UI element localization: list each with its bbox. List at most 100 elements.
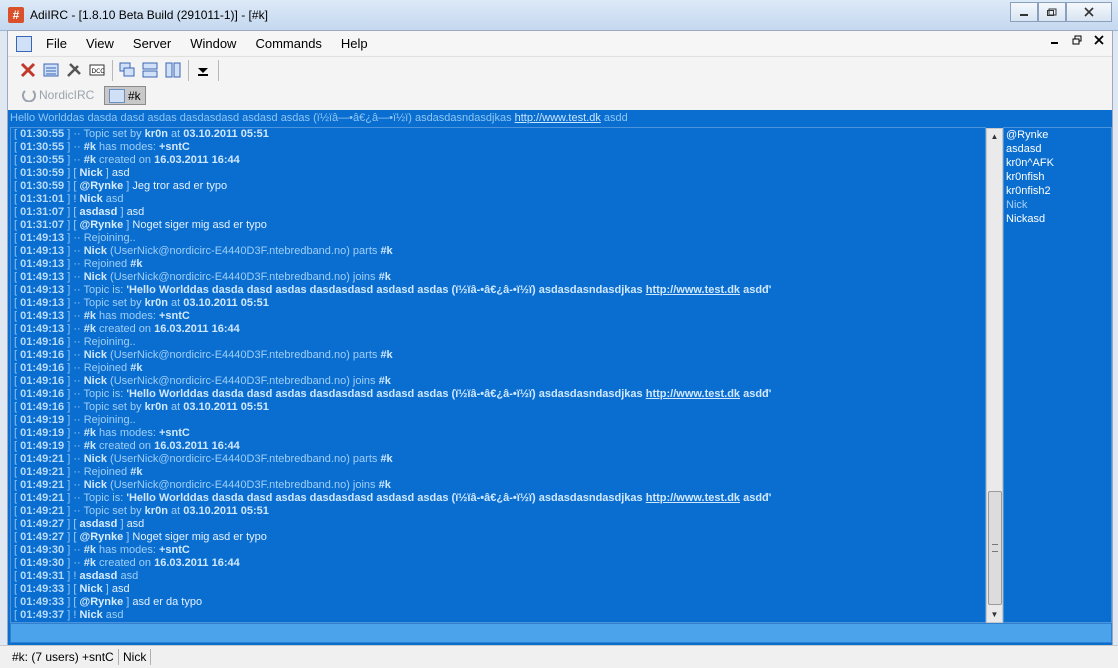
message-text: Jeg tror asd er typo (132, 180, 228, 192)
timestamp-value: 01:49:21 (20, 492, 65, 504)
mdi-minimize-icon[interactable] (1050, 35, 1060, 45)
timestamp-value: 01:49:13 (20, 232, 65, 244)
nick-list[interactable]: @Rynke asdasd kr0n^AFK kr0nfish kr0nfish2 Nic… (1003, 127, 1112, 623)
message-nick[interactable]: asdasd (79, 206, 117, 218)
event-text: #k (378, 375, 391, 387)
timestamp-value: 01:49:21 (20, 479, 65, 491)
event-text: (UserNick@nordicirc-E4440D3F.ntebredband… (106, 479, 379, 491)
message-nick[interactable]: Nick (79, 583, 102, 595)
event-text: (UserNick@nordicirc-E4440D3F.ntebredband… (106, 453, 381, 465)
event-text: #k (83, 557, 96, 569)
switchbar-channel[interactable]: #k (104, 86, 146, 105)
url-link[interactable]: http://www.test.dk (646, 284, 740, 296)
nick-list-item[interactable]: asdasd (1004, 142, 1111, 156)
tile-horizontal-icon[interactable] (142, 62, 158, 78)
message-nick[interactable]: @Rynke (79, 596, 123, 608)
app-frame: File View Server Window Commands Help DCC Nor… (7, 30, 1113, 646)
menu-commands[interactable]: Commands (255, 36, 321, 51)
event-text: Nick (83, 453, 107, 465)
timestamp-value: 01:49:37 (20, 609, 65, 621)
event-text: has modes: (95, 544, 159, 556)
message-nick[interactable]: @Rynke (79, 180, 123, 192)
event-text: created on (95, 323, 155, 335)
nick-list-item[interactable]: Nickasd (1004, 212, 1111, 226)
message-text: asd (105, 193, 124, 205)
event-text: #k (83, 154, 96, 166)
timestamp: [ 01:30:55 ] (14, 154, 74, 166)
menu-view[interactable]: View (86, 36, 114, 51)
menu-file[interactable]: File (46, 36, 67, 51)
event-text: asdđ' (740, 388, 772, 400)
timestamp: [ 01:31:01 ] (14, 193, 74, 205)
event-text: at (167, 505, 184, 517)
switchbar-network[interactable]: NordicIRC (18, 86, 98, 103)
timestamp: [ 01:49:19 ] (14, 440, 74, 452)
message-log[interactable]: [ 01:30:55 ] ·· Topic set by kr0n at 03.… (10, 127, 986, 623)
nick-list-item[interactable]: @Rynke (1004, 128, 1111, 142)
message-nick[interactable]: Nick (79, 609, 102, 621)
event-text: #k (378, 271, 391, 283)
nick-list-item[interactable]: kr0n^AFK (1004, 156, 1111, 170)
message-nick[interactable]: asdasd (79, 518, 117, 530)
topic-link[interactable]: http://www.test.dk (515, 112, 601, 124)
timestamp: [ 01:30:59 ] (14, 180, 74, 192)
svg-text:DCC: DCC (92, 68, 105, 75)
toolbar-dropdown-icon[interactable] (195, 62, 211, 78)
timestamp-value: 01:31:01 (20, 193, 65, 205)
message-nick[interactable]: Nick (79, 193, 102, 205)
timestamp: [ 01:49:13 ] (14, 297, 74, 309)
timestamp: [ 01:49:21 ] (14, 492, 74, 504)
nick-list-item[interactable]: Nick (1004, 198, 1111, 212)
connect-icon[interactable] (20, 62, 36, 78)
log-line: [ 01:49:16 ] ·· Rejoining.. (14, 336, 136, 348)
message-nick[interactable]: asdasd (79, 570, 117, 582)
message-text: asd (126, 206, 145, 218)
nick-list-item[interactable]: kr0nfish2 (1004, 184, 1111, 198)
event-text: 'Hello Worlddas dasda dasd asdas dasdasd… (126, 284, 646, 296)
menu-server[interactable]: Server (133, 36, 171, 51)
scroll-down-icon[interactable]: ▼ (987, 607, 1002, 622)
event-text: 'Hello Worlddas dasda dasd asdas dasdasd… (126, 388, 646, 400)
minimize-icon (1020, 14, 1028, 16)
dcc-icon[interactable]: DCC (89, 62, 105, 78)
event-text: created on (95, 154, 155, 166)
timestamp-value: 01:49:30 (20, 557, 65, 569)
maximize-button[interactable] (1038, 2, 1066, 22)
log-line: [ 01:30:55 ] ·· #k created on 16.03.2011… (14, 154, 240, 166)
url-link[interactable]: http://www.test.dk (646, 492, 740, 504)
tile-vertical-icon[interactable] (165, 62, 181, 78)
minimize-button[interactable] (1010, 2, 1038, 22)
log-line: [ 01:31:07 ] [ asdasd ] asd (14, 206, 145, 218)
scroll-thumb[interactable] (988, 491, 1002, 605)
timestamp-value: 01:49:21 (20, 505, 65, 517)
message-nick[interactable]: @Rynke (79, 219, 123, 231)
message-text: asd (111, 167, 130, 179)
timestamp-value: 01:49:16 (20, 349, 65, 361)
mdi-window-icon[interactable] (16, 36, 32, 52)
message-input[interactable] (10, 623, 1112, 643)
timestamp-value: 01:49:30 (20, 544, 65, 556)
scroll-up-icon[interactable]: ▲ (987, 129, 1002, 144)
menu-window[interactable]: Window (190, 36, 236, 51)
menu-bar: File View Server Window Commands Help (8, 31, 1112, 55)
message-nick[interactable]: @Rynke (79, 531, 123, 543)
event-text: at (167, 297, 184, 309)
event-text: 03.10.2011 05:51 (183, 297, 269, 309)
event-text: Topic is: (83, 492, 127, 504)
mdi-close-icon[interactable] (1094, 35, 1104, 45)
menu-help[interactable]: Help (341, 36, 368, 51)
timestamp: [ 01:49:33 ] (14, 596, 74, 608)
cascade-icon[interactable] (119, 62, 135, 78)
topic-bar[interactable]: Hello Worlddas dasda dasd asdas dasdasda… (10, 111, 1110, 126)
options-icon[interactable] (66, 62, 82, 78)
message-nick[interactable]: Nick (79, 167, 102, 179)
timestamp: [ 01:49:21 ] (14, 505, 74, 517)
nick-list-item[interactable]: kr0nfish (1004, 170, 1111, 184)
close-button[interactable] (1066, 2, 1112, 22)
event-text: (UserNick@nordicirc-E4440D3F.ntebredband… (106, 245, 381, 257)
mdi-restore-icon[interactable] (1072, 35, 1082, 45)
topic-suffix: asdd (600, 112, 628, 124)
url-link[interactable]: http://www.test.dk (646, 388, 740, 400)
log-scrollbar[interactable]: ▲ ▼ (986, 128, 1003, 623)
channel-list-icon[interactable] (43, 62, 59, 78)
